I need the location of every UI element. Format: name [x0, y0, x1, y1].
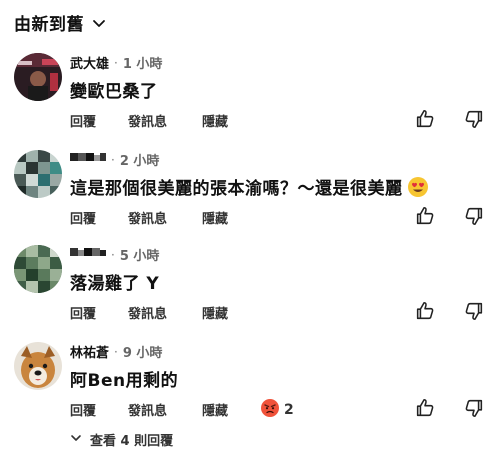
comment-time: 5 小時	[119, 249, 160, 264]
comment-actions: 回覆 發訊息 隱藏 2	[70, 397, 490, 422]
thumbs-up-icon[interactable]	[414, 108, 436, 130]
thumbs-down-icon[interactable]	[463, 300, 485, 322]
chevron-down-icon	[70, 432, 82, 448]
meta-separator: ·	[111, 152, 115, 167]
thumbs-up-icon[interactable]	[414, 205, 436, 227]
comment-time: 2 小時	[119, 154, 160, 169]
comment-item: 林祐蒼 · 9 小時 阿Ben用剩的 回覆 發訊息 隱藏 2	[0, 342, 500, 432]
hide-button[interactable]: 隱藏	[202, 208, 228, 227]
meta-separator: ·	[114, 55, 118, 70]
hide-button[interactable]: 隱藏	[202, 303, 228, 322]
thumbs-down-icon[interactable]	[463, 108, 485, 130]
reply-button[interactable]: 回覆	[70, 303, 96, 322]
hide-button[interactable]: 隱藏	[202, 111, 228, 130]
show-replies-button[interactable]: 查看 4 則回覆	[70, 430, 173, 449]
message-button[interactable]: 發訊息	[128, 208, 167, 227]
reaction-summary[interactable]: 2	[260, 398, 294, 422]
comment-item: 武大雄 · 1 小時 變歐巴桑了 回覆 發訊息 隱藏	[0, 53, 500, 143]
comment-author[interactable]: 林祐蒼	[70, 342, 109, 361]
thumbs-down-icon[interactable]	[463, 205, 485, 227]
thumbs-up-icon[interactable]	[414, 300, 436, 322]
message-button[interactable]: 發訊息	[128, 400, 167, 419]
comment-text: 這是那個很美麗的張本渝嗎？～還是很美麗	[70, 179, 403, 199]
meta-separator: ·	[111, 247, 115, 262]
comment-actions: 回覆 發訊息 隱藏	[70, 300, 490, 325]
avatar[interactable]	[14, 342, 62, 390]
comment-actions: 回覆 發訊息 隱藏	[70, 205, 490, 230]
avatar[interactable]	[14, 53, 62, 101]
reply-button[interactable]: 回覆	[70, 400, 96, 419]
angry-face-icon	[260, 398, 280, 422]
comment-text: 變歐巴桑了	[70, 82, 158, 102]
reply-button[interactable]: 回覆	[70, 208, 96, 227]
message-button[interactable]: 發訊息	[128, 111, 167, 130]
sort-dropdown[interactable]: 由新到舊	[14, 10, 106, 35]
avatar[interactable]	[14, 150, 62, 198]
heart-eyes-emoji-icon	[407, 176, 429, 203]
comment-text: 阿Ben用剩的	[70, 371, 179, 391]
comment-text: 落湯雞了 Y	[70, 274, 160, 294]
message-button[interactable]: 發訊息	[128, 303, 167, 322]
comment-item: · 5 小時 落湯雞了 Y 回覆 發訊息 隱藏	[0, 245, 500, 335]
comment-time: 1 小時	[122, 57, 163, 72]
comment-time: 9 小時	[122, 346, 163, 361]
pixelated-name	[70, 246, 106, 264]
pixelated-name	[70, 151, 106, 169]
thumbs-down-icon[interactable]	[463, 397, 485, 419]
comment-item: · 2 小時 這是那個很美麗的張本渝嗎？～還是很美麗 回覆 發訊息 隱藏	[0, 150, 500, 240]
reply-button[interactable]: 回覆	[70, 111, 96, 130]
reaction-count: 2	[284, 402, 294, 418]
thumbs-up-icon[interactable]	[414, 397, 436, 419]
comment-text-row: 這是那個很美麗的張本渝嗎？～還是很美麗	[70, 174, 429, 203]
comment-actions: 回覆 發訊息 隱藏	[70, 108, 490, 133]
comment-author[interactable]: 武大雄	[70, 53, 109, 72]
meta-separator: ·	[114, 344, 118, 359]
sort-label: 由新到舊	[14, 15, 84, 35]
show-replies-label: 查看 4 則回覆	[90, 434, 174, 449]
hide-button[interactable]: 隱藏	[202, 400, 228, 419]
avatar[interactable]	[14, 245, 62, 293]
chevron-down-icon	[92, 16, 106, 30]
